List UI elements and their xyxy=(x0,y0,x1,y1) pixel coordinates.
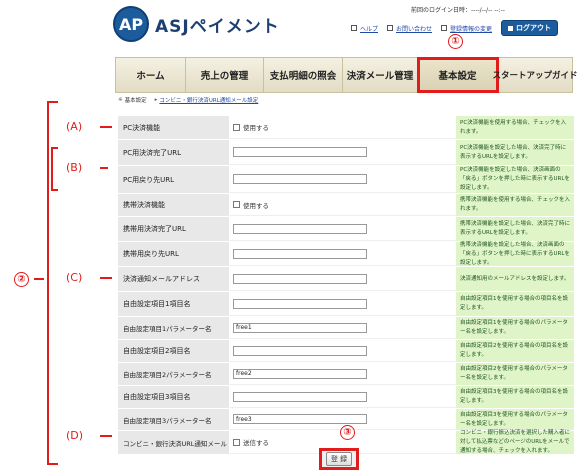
annotation-d: (D) xyxy=(66,429,84,442)
annotation-a: (A) xyxy=(66,120,83,133)
annotation-2: ② xyxy=(14,272,29,287)
annotation-b: (B) xyxy=(66,161,83,174)
annotation-brackets xyxy=(34,101,112,465)
annotation-c: (C) xyxy=(66,271,83,284)
annotation-1: ① xyxy=(448,34,463,49)
annotation-3: ③ xyxy=(340,425,355,440)
